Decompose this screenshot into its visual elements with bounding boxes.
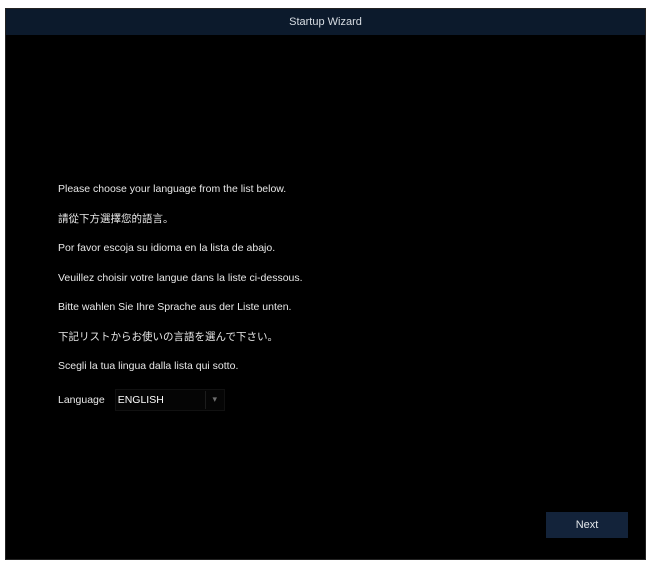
language-row: Language ENGLISH ▾ [58,388,625,412]
language-label: Language [58,393,105,406]
startup-wizard-window: Startup Wizard Please choose your langua… [5,8,646,560]
instruction-english: Please choose your language from the lis… [58,183,287,195]
language-select[interactable]: ENGLISH ▾ [114,388,225,411]
instruction-french: Veuillez choisir votre langue dans la li… [58,271,303,284]
language-instructions: Please choose your language from the lis… [58,179,625,412]
title-bar: Startup Wizard [6,9,645,35]
chevron-down-icon[interactable]: ▾ [204,390,224,409]
next-button[interactable]: Next [546,512,628,538]
instruction-chinese: 請從下方選擇您的語言。 [58,212,174,225]
window-title: Startup Wizard [289,16,362,28]
instruction-italian: Scegli la tua lingua dalla lista qui sot… [58,360,239,372]
instruction-german: Bitte wahlen Sie Ihre Sprache aus der Li… [58,301,292,313]
instruction-spanish: Por favor escoja su idioma en la lista d… [58,242,276,254]
instruction-japanese: 下記リストからお使いの言語を選んで下さい。 [58,330,278,343]
language-select-value: ENGLISH [117,393,164,406]
